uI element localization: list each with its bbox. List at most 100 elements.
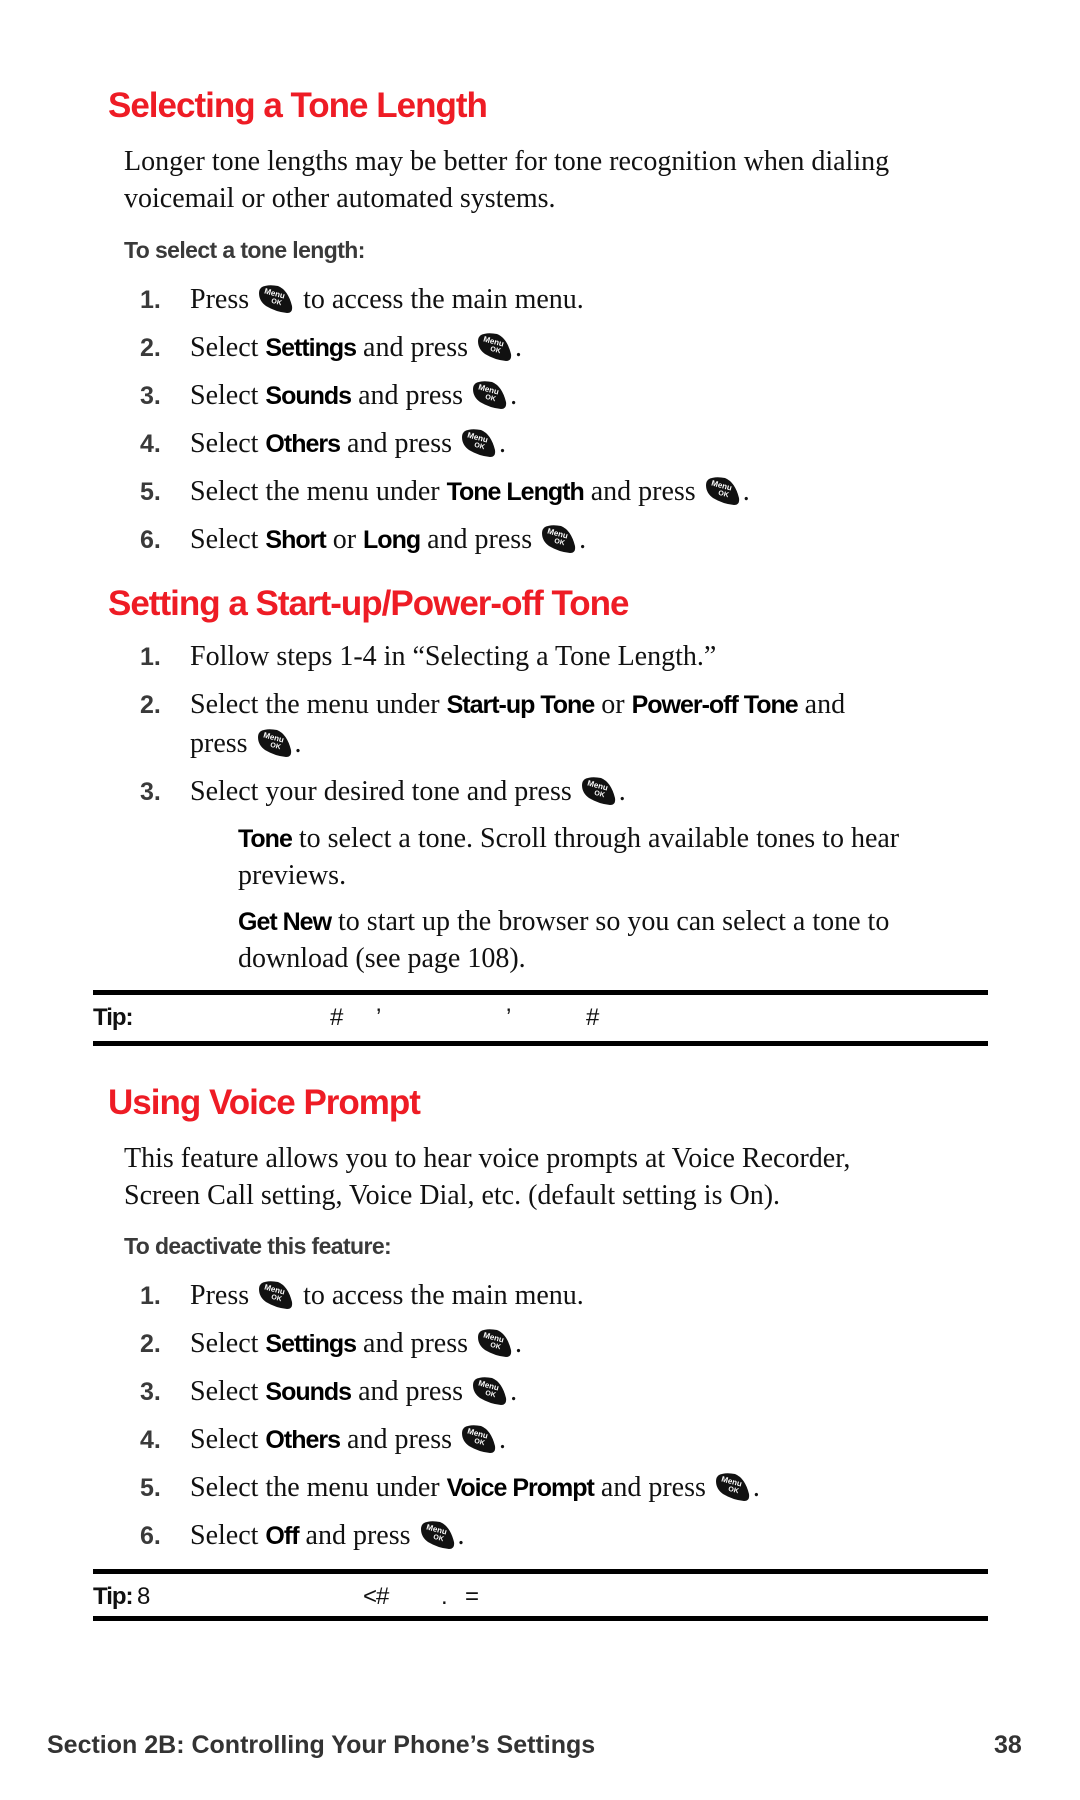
step-text: Select your desired tone and press bbox=[190, 776, 579, 807]
tip-glyph: ’ bbox=[376, 1004, 381, 1031]
period: . bbox=[515, 332, 523, 363]
tip-glyph: <# bbox=[363, 1583, 389, 1610]
step-number: 3. bbox=[140, 1378, 161, 1406]
option-text: to select a tone. Scroll through availab… bbox=[291, 823, 900, 854]
period: . bbox=[515, 1328, 523, 1359]
tip-box: Tip: # ’ ’ # bbox=[93, 1004, 988, 1034]
option-text: to start up the browser so you can selec… bbox=[331, 906, 890, 937]
tip-glyph: # bbox=[330, 1004, 343, 1031]
menu-item-name: Long bbox=[363, 526, 421, 554]
step: 4. Select Others and press . bbox=[140, 425, 506, 463]
tip-glyph: = bbox=[465, 1583, 479, 1610]
period: . bbox=[499, 428, 506, 459]
step-text: and press bbox=[340, 1424, 459, 1455]
step-number: 4. bbox=[140, 430, 161, 458]
option-name: Tone bbox=[238, 825, 293, 853]
menu-ok-key-icon bbox=[715, 1473, 750, 1501]
step-text: to access the main menu. bbox=[296, 1280, 584, 1311]
step-text: Follow steps 1-4 in “Selecting a Tone Le… bbox=[190, 641, 717, 672]
menu-ok-key-icon bbox=[478, 1329, 512, 1357]
step: 4. Select Others and press . bbox=[140, 1421, 506, 1459]
step-number: 6. bbox=[140, 526, 161, 554]
step-number: 1. bbox=[140, 1282, 161, 1310]
tip-rule-bottom bbox=[93, 1041, 988, 1046]
menu-item-name: Others bbox=[265, 430, 341, 458]
option-get-new-line2: download (see page 108). bbox=[238, 943, 526, 974]
step: 3. Select Sounds and press . bbox=[140, 377, 517, 415]
step-text: Select bbox=[190, 1424, 266, 1455]
step-text: and press bbox=[420, 524, 540, 555]
step-text: Select bbox=[190, 1376, 266, 1407]
step-number: 3. bbox=[140, 778, 161, 806]
step-number: 6. bbox=[140, 1522, 161, 1550]
period: . bbox=[579, 524, 587, 555]
step-number: 1. bbox=[140, 643, 161, 671]
step: 2. Select the menu under Start-up Tone or… bbox=[140, 686, 845, 724]
tip-box: Tip: 8 <# . = bbox=[93, 1583, 988, 1613]
step-text: Press bbox=[190, 284, 257, 315]
step-text: and press bbox=[340, 428, 459, 459]
menu-item-name: Short bbox=[265, 526, 326, 554]
step: 5. Select the menu under Voice Prompt and… bbox=[140, 1469, 760, 1507]
menu-item-name: Voice Prompt bbox=[446, 1474, 595, 1502]
step-text: press bbox=[190, 728, 255, 759]
menu-item-name: Start-up Tone bbox=[446, 691, 596, 719]
period: . bbox=[457, 1520, 465, 1551]
menu-ok-key-icon bbox=[542, 525, 576, 553]
step-text: and press bbox=[593, 1472, 713, 1503]
menu-item-name: Settings bbox=[265, 1330, 357, 1358]
step: 1. Follow steps 1-4 in “Selecting a Tone … bbox=[140, 638, 716, 676]
period: . bbox=[752, 1472, 760, 1503]
intro-line-1: This feature allows you to hear voice pr… bbox=[124, 1143, 851, 1174]
menu-ok-key-icon bbox=[581, 777, 615, 805]
step-text: Select the menu under bbox=[190, 1472, 447, 1503]
step-number: 2. bbox=[140, 334, 161, 362]
subheading-select-tone-length: To select a tone length: bbox=[124, 237, 365, 263]
menu-ok-key-icon bbox=[257, 729, 291, 757]
step: 5. Select the menu under Tone Length and … bbox=[140, 473, 750, 511]
tip-rule-top bbox=[93, 990, 988, 995]
step-text: and press bbox=[583, 476, 703, 507]
intro-line-2: Screen Call setting, Voice Dial, etc. (d… bbox=[124, 1180, 781, 1211]
section-title-tone-length: Selecting a Tone Length bbox=[108, 86, 488, 125]
option-tone-line2: previews. bbox=[238, 860, 347, 891]
step-number: 1. bbox=[140, 286, 161, 314]
period: . bbox=[510, 1376, 518, 1407]
tip-label: Tip: bbox=[93, 1004, 134, 1031]
step-text: Select bbox=[190, 428, 266, 459]
menu-ok-key-icon bbox=[462, 1425, 496, 1453]
menu-item-name: Sounds bbox=[265, 1378, 352, 1406]
step-text: and press bbox=[356, 332, 476, 363]
step-text: Select bbox=[190, 380, 266, 411]
option-name: Get New bbox=[238, 908, 332, 936]
option-tone: Tone to select a tone. Scroll through av… bbox=[238, 820, 899, 858]
subheading-deactivate: To deactivate this feature: bbox=[124, 1233, 392, 1259]
page-number: 38 bbox=[994, 1731, 1022, 1759]
step-text: Select the menu under bbox=[190, 476, 447, 507]
step-text: to access the main menu. bbox=[296, 284, 584, 315]
step-number: 2. bbox=[140, 691, 161, 719]
step-text: or bbox=[325, 524, 364, 555]
menu-ok-key-icon bbox=[259, 1281, 293, 1309]
menu-ok-key-icon bbox=[259, 285, 293, 313]
menu-ok-key-icon bbox=[478, 333, 512, 361]
step: 1. Press to access the main menu. bbox=[140, 281, 584, 319]
step-text: Select bbox=[190, 1328, 266, 1359]
menu-ok-key-icon bbox=[473, 381, 507, 409]
step: 3. Select Sounds and press . bbox=[140, 1373, 517, 1411]
step: 3. Select your desired tone and press . bbox=[140, 773, 626, 811]
step-number: 3. bbox=[140, 382, 161, 410]
tip-glyph: . bbox=[441, 1583, 448, 1610]
menu-item-name: Tone Length bbox=[446, 478, 585, 506]
step: 6. Select Short or Long and press . bbox=[140, 521, 586, 559]
step-text: Select the menu under bbox=[190, 689, 447, 720]
step-text: and press bbox=[351, 380, 471, 411]
step-text: Select bbox=[190, 1520, 266, 1551]
section-title-voice-prompt: Using Voice Prompt bbox=[108, 1083, 421, 1122]
step-number: 5. bbox=[140, 478, 161, 506]
step-text: and press bbox=[351, 1376, 471, 1407]
menu-item-name: Settings bbox=[265, 334, 357, 362]
tip-glyph: # bbox=[586, 1004, 599, 1031]
period: . bbox=[499, 1424, 506, 1455]
menu-item-name: Sounds bbox=[265, 382, 352, 410]
